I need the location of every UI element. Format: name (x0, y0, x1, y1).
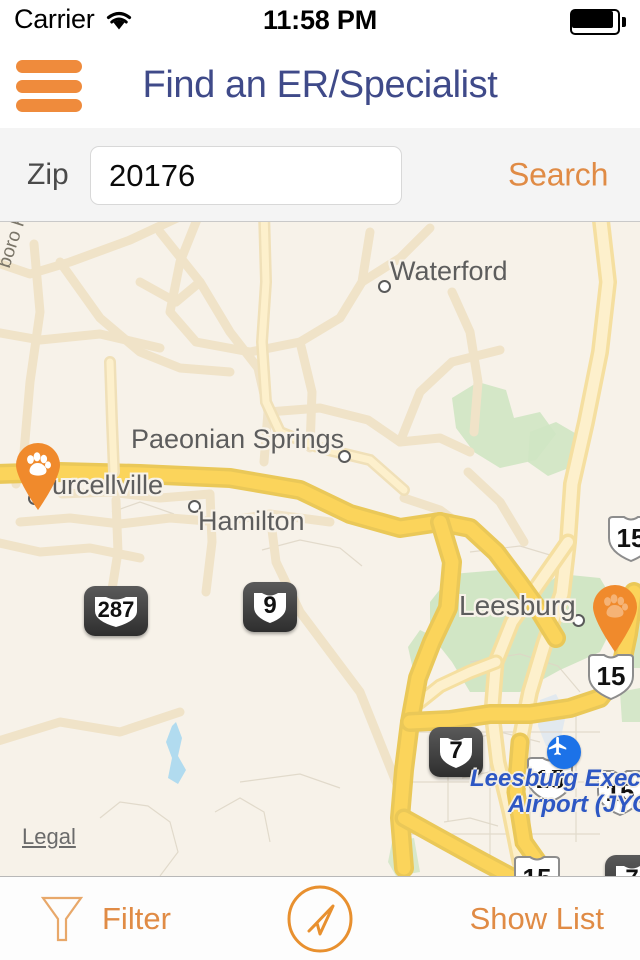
filter-label: Filter (102, 900, 171, 936)
search-button[interactable]: Search (508, 156, 608, 193)
zip-label: Zip (27, 157, 69, 191)
status-bar: Carrier 11:58 PM (0, 0, 640, 42)
filter-button[interactable]: Filter (40, 893, 171, 945)
provider-pin-purcellville[interactable] (10, 439, 66, 511)
page-title: Find an ER/Specialist (142, 63, 498, 106)
status-bar-clock: 11:58 PM (263, 5, 377, 35)
route-shield-state-9: 9 (243, 582, 297, 632)
battery-icon (570, 9, 626, 35)
show-list-button[interactable]: Show List (470, 901, 604, 937)
place-label-waterford: Waterford (390, 256, 508, 286)
legal-link[interactable]: Legal (22, 824, 76, 850)
route-shield-state-287: 287 (84, 586, 148, 636)
place-label-leesburg: Leesburg (459, 590, 576, 621)
route-shield-us-15: 15 (510, 854, 564, 876)
funnel-icon (40, 896, 84, 941)
app-root: Carrier 11:58 PM Find an ER/Specialist Z… (0, 0, 640, 960)
airport-label: Leesburg Executive Airport (JYO) (470, 766, 640, 818)
airport-label-line1: Leesburg Executive (470, 765, 640, 792)
zip-input[interactable]: 20176 (90, 146, 402, 205)
map-view[interactable]: boro Rd Waterford Paeonian Springs Purce… (0, 222, 640, 876)
route-shield-us-15: 15 (584, 652, 638, 702)
route-shield-us-15: 15 (604, 514, 640, 564)
place-label-paeonian-springs: Paeonian Springs (131, 424, 345, 454)
place-label-hamilton: Hamilton (198, 506, 305, 536)
compass-navigation-icon (287, 885, 353, 952)
bottom-toolbar: Filter Show List (0, 876, 640, 960)
airplane-icon (547, 735, 581, 769)
zip-search-bar: Zip 20176 Search (0, 128, 640, 222)
route-shield-state-7: 7 (605, 855, 640, 876)
navigation-bar: Find an ER/Specialist (0, 42, 640, 128)
paw-print-icon (604, 594, 628, 618)
airport-label-line2: Airport (JYO) (508, 790, 640, 818)
paw-print-icon (27, 452, 51, 476)
provider-pin-leesburg[interactable] (587, 581, 640, 653)
locate-me-button[interactable] (285, 884, 355, 954)
